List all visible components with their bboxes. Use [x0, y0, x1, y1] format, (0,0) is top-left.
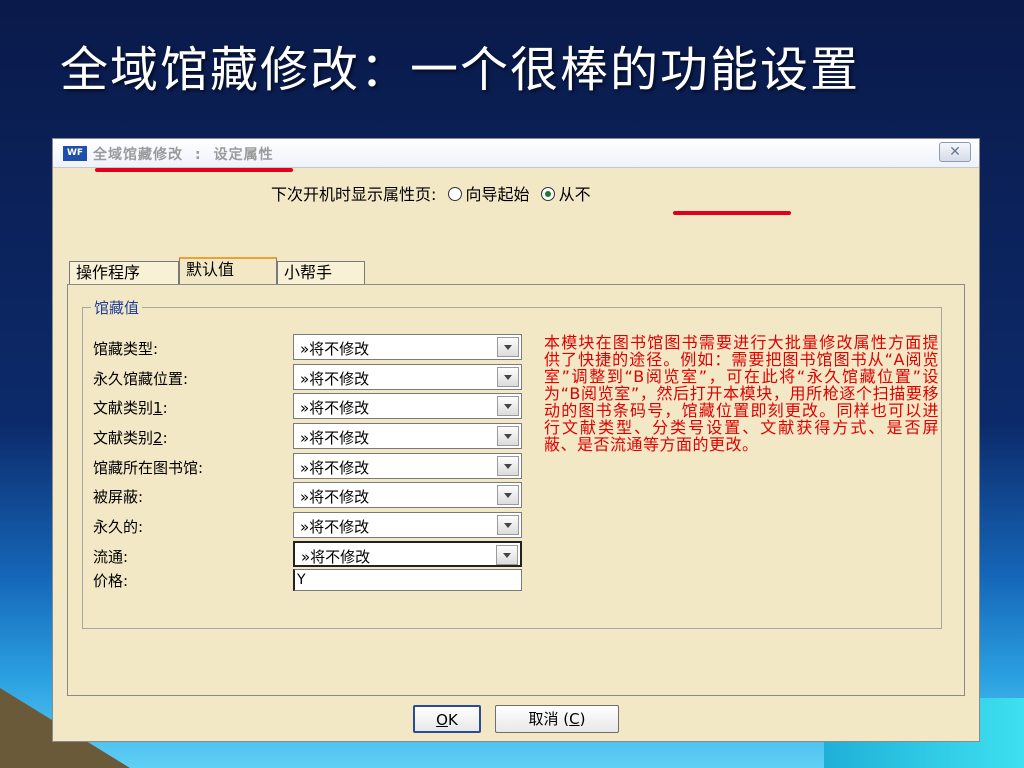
- cancel-button[interactable]: 取消 (C): [495, 705, 619, 733]
- dialog-title-main: 全域馆藏修改: [93, 147, 183, 163]
- select-value: »将不修改: [300, 340, 370, 358]
- chevron-down-icon[interactable]: [497, 337, 519, 357]
- dialog-title-sub: 设定属性: [213, 147, 274, 163]
- dialog-title: 全域馆藏修改: 设定属性: [93, 144, 274, 164]
- close-icon: ✕: [949, 144, 961, 160]
- chevron-down-icon[interactable]: [496, 545, 518, 565]
- chevron-down-icon[interactable]: [497, 456, 519, 476]
- field-label-permanent-location: 永久馆藏位置:: [93, 370, 189, 388]
- select-value: »将不修改: [300, 518, 370, 536]
- holdings-values-group: 馆藏值 馆藏类型: »将不修改 永久馆藏位置: »将不修改 文献类别1: »将不…: [82, 297, 942, 629]
- tab-defaults[interactable]: 默认值: [179, 257, 277, 285]
- select-value: »将不修改: [300, 488, 370, 506]
- ok-button[interactable]: OK: [413, 705, 481, 733]
- select-value: »将不修改: [300, 370, 370, 388]
- radio-never[interactable]: [540, 187, 555, 201]
- chevron-down-icon[interactable]: [497, 515, 519, 535]
- field-label-doc-category-2: 文献类别2:: [93, 429, 168, 447]
- chevron-down-icon[interactable]: [497, 396, 519, 416]
- select-circulation[interactable]: »将不修改: [293, 541, 522, 567]
- startup-option-row: 下次开机时显示属性页: 向导起始 从不: [271, 181, 591, 205]
- field-label-price: 价格:: [93, 572, 129, 590]
- close-button[interactable]: ✕: [939, 142, 971, 162]
- field-label-holding-library: 馆藏所在图书馆:: [93, 459, 204, 477]
- field-label-holding-type: 馆藏类型:: [93, 340, 159, 358]
- field-label-circulation: 流通:: [93, 548, 129, 566]
- startup-label: 下次开机时显示属性页:: [271, 185, 437, 204]
- chevron-down-icon[interactable]: [497, 485, 519, 505]
- tab-procedure[interactable]: 操作程序: [69, 261, 179, 285]
- select-value: »将不修改: [301, 548, 371, 566]
- dialog-title-separator: :: [195, 147, 202, 163]
- select-permanent-location[interactable]: »将不修改: [293, 364, 522, 390]
- field-label-blocked: 被屏蔽:: [93, 488, 144, 506]
- tab-helper[interactable]: 小帮手: [277, 261, 365, 285]
- help-description: 本模块在图书馆图书需要进行大批量修改属性方面提供了快捷的途径。例如：需要把图书馆…: [544, 333, 939, 454]
- field-label-permanent: 永久的:: [93, 518, 144, 536]
- field-label-doc-category-1: 文献类别1:: [93, 399, 168, 417]
- select-blocked[interactable]: »将不修改: [293, 482, 522, 508]
- properties-dialog: WF 全域馆藏修改: 设定属性 ✕ 下次开机时显示属性页: 向导起始 从不 操作程…: [52, 138, 980, 742]
- chevron-down-icon[interactable]: [497, 426, 519, 446]
- radio-wizard[interactable]: [447, 187, 462, 201]
- price-input[interactable]: Y: [293, 569, 522, 591]
- select-holding-type[interactable]: »将不修改: [293, 334, 522, 360]
- select-permanent[interactable]: »将不修改: [293, 512, 522, 538]
- dialog-titlebar[interactable]: WF 全域馆藏修改: 设定属性 ✕: [53, 139, 979, 168]
- annotation-underline-title: [95, 168, 293, 172]
- select-value: »将不修改: [300, 429, 370, 447]
- select-value: »将不修改: [300, 459, 370, 477]
- select-doc-category-2[interactable]: »将不修改: [293, 423, 522, 449]
- select-doc-category-1[interactable]: »将不修改: [293, 393, 522, 419]
- select-value: »将不修改: [300, 399, 370, 417]
- radio-never-label[interactable]: 从不: [559, 185, 591, 204]
- annotation-underline-never: [673, 211, 791, 215]
- radio-wizard-label[interactable]: 向导起始: [466, 185, 530, 204]
- app-icon: WF: [63, 146, 87, 161]
- select-holding-library[interactable]: »将不修改: [293, 453, 522, 479]
- slide-title: 全域馆藏修改：一个很棒的功能设置: [60, 42, 861, 98]
- group-legend: 馆藏值: [91, 297, 143, 318]
- chevron-down-icon[interactable]: [497, 367, 519, 387]
- tab-panel-defaults: 馆藏值 馆藏类型: »将不修改 永久馆藏位置: »将不修改 文献类别1: »将不…: [67, 284, 965, 696]
